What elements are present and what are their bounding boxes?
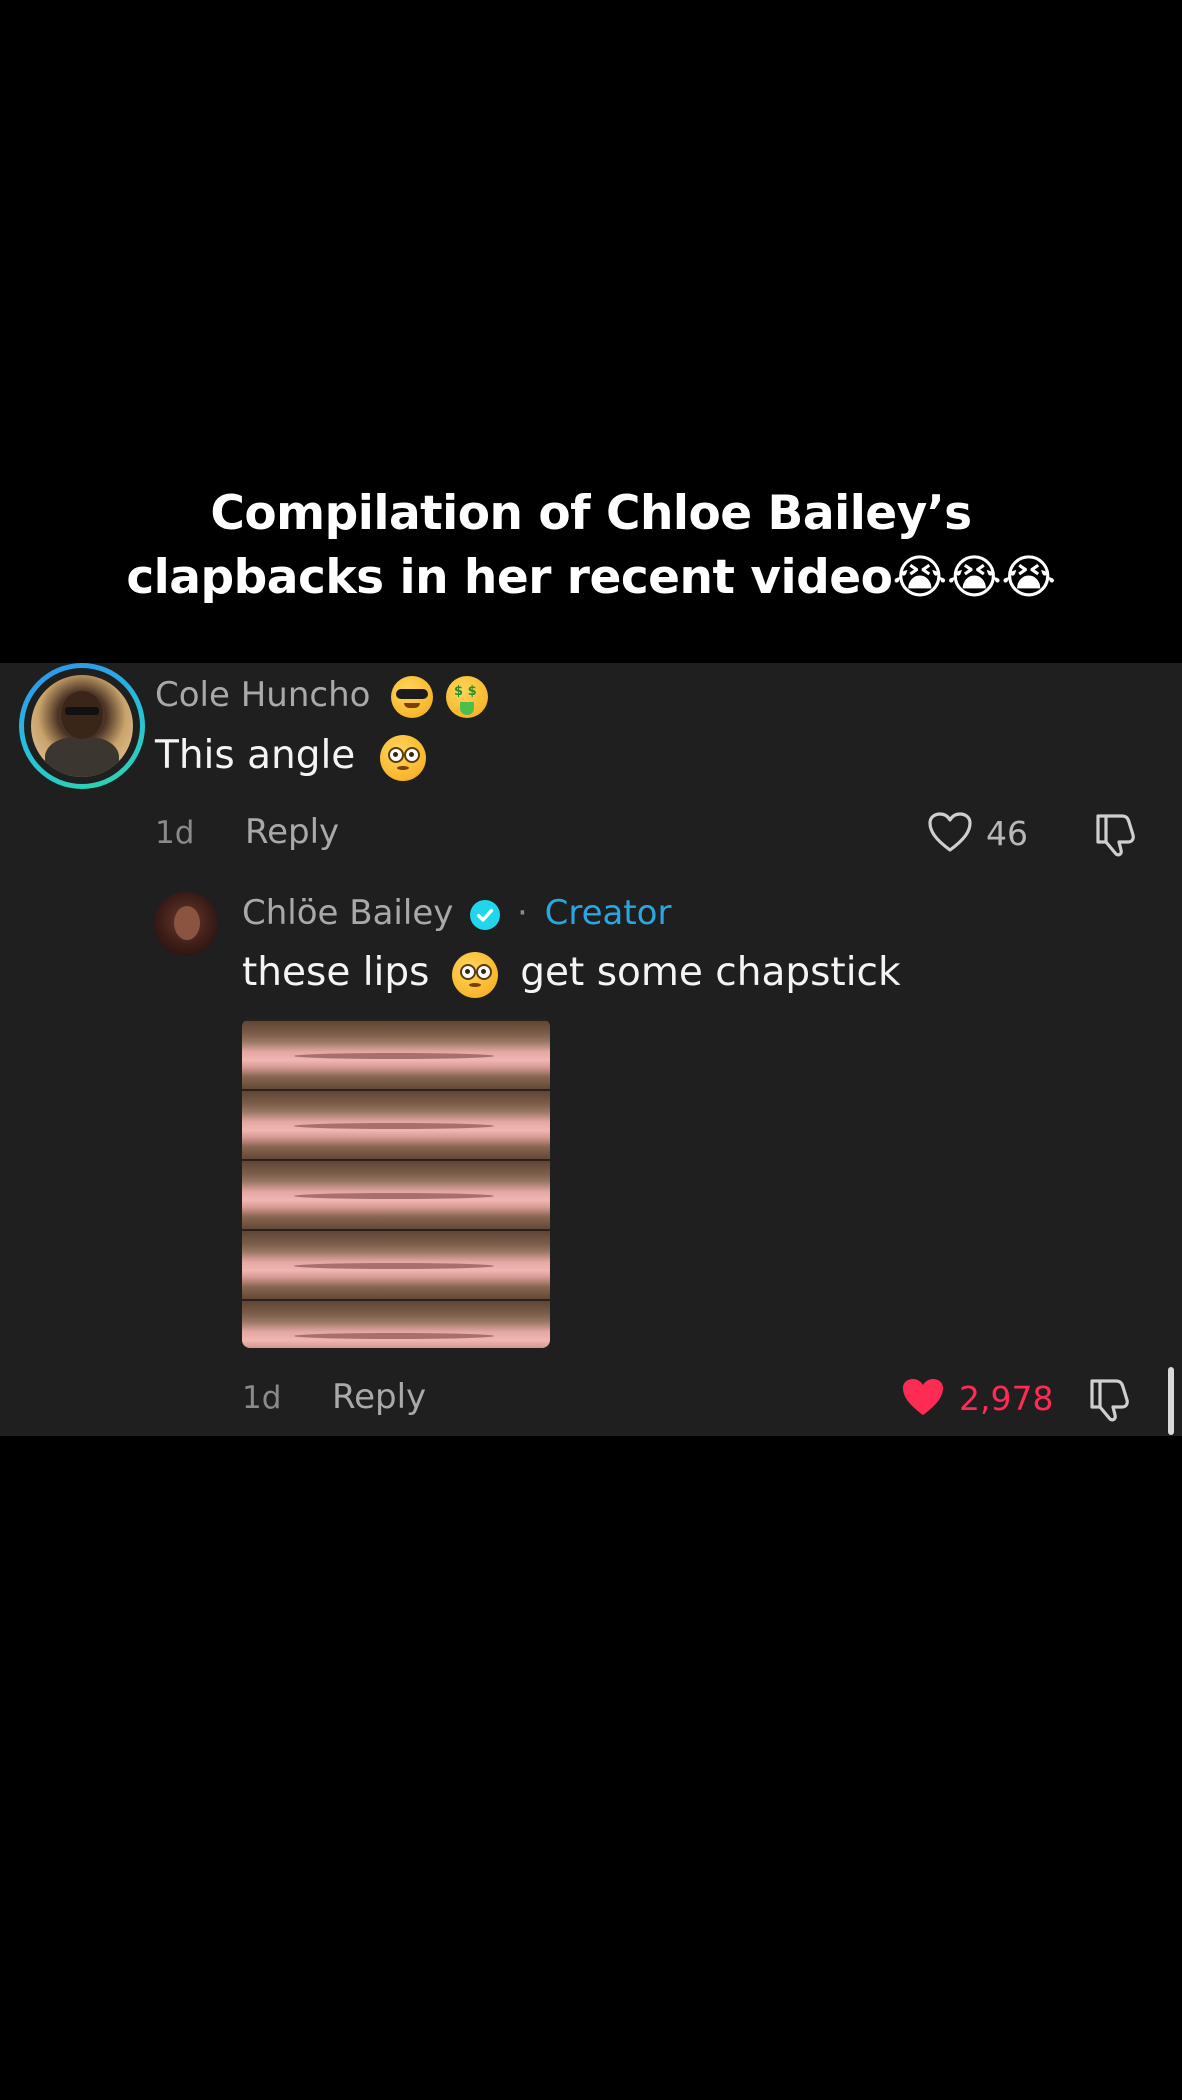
reply-reply-button[interactable]: Reply	[332, 1377, 426, 1417]
caption-line-2: clapbacks in her recent video😭😭😭	[126, 550, 1056, 605]
lips-gif-attachment[interactable]	[242, 1019, 550, 1348]
dislike-button[interactable]	[1092, 810, 1138, 862]
heart-outline-icon	[928, 812, 972, 852]
flushed-face-emoji-icon	[379, 734, 426, 781]
reply-username-row[interactable]: Chlöe Bailey · Creator	[242, 893, 671, 933]
caption-line-1: Compilation of Chloe Bailey’s	[210, 486, 972, 541]
video-caption: Compilation of Chloe Bailey’s clapbacks …	[0, 482, 1182, 610]
separator-dot: ·	[516, 893, 528, 933]
thumbs-down-icon	[1090, 1379, 1129, 1422]
comment-like-count: 46	[986, 814, 1028, 853]
creator-badge: Creator	[544, 893, 672, 933]
commenter-avatar[interactable]	[19, 663, 145, 789]
like-button[interactable]	[927, 811, 973, 857]
heart-filled-icon	[903, 1379, 943, 1415]
reply-dislike-button[interactable]	[1086, 1375, 1132, 1427]
comment-text: This angle	[155, 733, 426, 781]
reply-like-button[interactable]	[900, 1376, 946, 1422]
comment-timestamp: 1d	[155, 815, 195, 851]
comment-body: This angle	[155, 733, 356, 778]
reply-timestamp: 1d	[242, 1380, 282, 1416]
sunglasses-emoji-icon	[391, 675, 434, 718]
comment-username[interactable]: Cole Huncho $ $	[155, 675, 489, 718]
reply-avatar[interactable]	[154, 892, 218, 956]
reply-text: these lips get some chapstick	[242, 950, 901, 998]
thumbs-down-icon	[1096, 814, 1135, 857]
scrollbar[interactable]	[1168, 1367, 1174, 1435]
reply-username: Chlöe Bailey	[242, 893, 454, 933]
comment-reply-button[interactable]: Reply	[245, 812, 339, 852]
money-mouth-emoji-icon: $ $	[446, 675, 489, 718]
flushed-face-emoji-icon	[451, 951, 498, 998]
verified-badge-icon	[470, 899, 501, 930]
reply-body-before: these lips	[242, 950, 430, 995]
reply-body-after: get some chapstick	[520, 950, 901, 995]
reply-like-count: 2,978	[959, 1379, 1054, 1418]
username-text: Cole Huncho	[155, 675, 371, 715]
